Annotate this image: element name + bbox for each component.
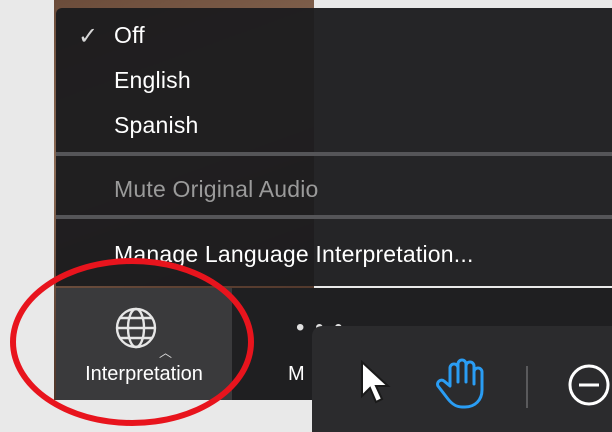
hand-icon[interactable] (436, 356, 492, 410)
interpretation-menu: ✓ Off English Spanish Mute Original Audi… (56, 8, 612, 286)
interpretation-label: Interpretation (85, 363, 203, 385)
menu-item-english[interactable]: English (114, 67, 191, 94)
menu-item-manage-language-interpretation[interactable]: Manage Language Interpretation... (114, 241, 474, 268)
more-label: M (288, 363, 305, 385)
menu-item-off[interactable]: Off (114, 22, 145, 49)
menu-separator (56, 215, 612, 219)
toolbar-divider (526, 366, 528, 408)
menu-separator (56, 152, 612, 156)
menu-item-mute-original-audio: Mute Original Audio (114, 176, 319, 202)
annotation-toolbar (312, 326, 612, 432)
interpretation-button[interactable]: ︿ Interpretation (56, 288, 232, 400)
minus-circle-icon[interactable] (566, 362, 612, 408)
arrow-pointer-icon[interactable] (358, 360, 394, 406)
chevron-up-icon[interactable]: ︿ (159, 342, 172, 361)
menu-item-spanish[interactable]: Spanish (114, 112, 199, 139)
globe-icon (115, 307, 157, 349)
checkmark-icon: ✓ (78, 23, 99, 50)
